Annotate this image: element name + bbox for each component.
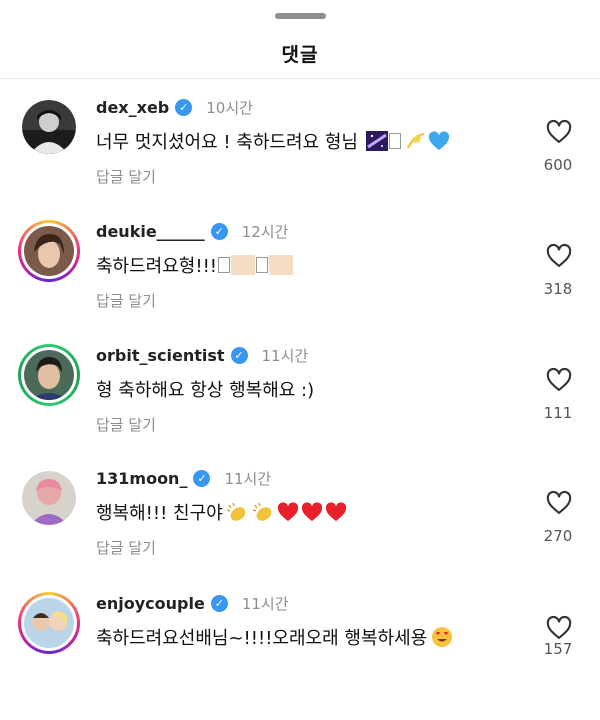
- heart-outline-icon[interactable]: [545, 366, 573, 394]
- header-divider: [0, 78, 600, 79]
- username[interactable]: enjoycouple: [96, 594, 205, 613]
- heart-eyes-emoji-icon: [431, 626, 453, 648]
- red-heart-icon: [301, 502, 323, 522]
- reply-button[interactable]: 답글 달기: [96, 414, 156, 435]
- verified-badge-icon: ✓: [175, 98, 193, 116]
- timestamp: 12시간: [241, 222, 289, 241]
- avatar[interactable]: [18, 592, 80, 654]
- timestamp: 11시간: [224, 469, 272, 488]
- comment-text: 축하드려요선배님~!!!!오래오래 행복하세용: [96, 624, 453, 650]
- verified-badge-icon: ✓: [210, 594, 228, 612]
- skin-tone-swatch-icon: [231, 255, 256, 275]
- like-count: 270: [543, 527, 573, 545]
- username[interactable]: dex_xeb: [96, 98, 169, 117]
- timestamp: 11시간: [241, 594, 289, 613]
- comment-text-body: 너무 멋지셨어요 ! 축하드려요 형님: [96, 132, 358, 153]
- avatar[interactable]: [18, 220, 80, 282]
- verified-badge-icon: ✓: [210, 222, 228, 240]
- comment-item: dex_xeb ✓ 10시간 너무 멋지셨어요 ! 축하드려요 형님 답글 달기…: [0, 98, 600, 224]
- comment-item: deukie______ ✓ 12시간 축하드려요형!!! 답글 달기 318: [0, 220, 600, 348]
- comment-text: 형 축하해요 항상 행복해요 :): [96, 376, 314, 402]
- reply-button[interactable]: 답글 달기: [96, 290, 156, 311]
- red-heart-icon: [325, 502, 347, 522]
- comment-item: enjoycouple ✓ 11시간 축하드려요선배님~!!!!오래오래 행복하…: [0, 592, 600, 720]
- blue-heart-icon: [428, 131, 450, 151]
- drag-handle[interactable]: [275, 13, 326, 19]
- timestamp: 11시간: [261, 346, 309, 365]
- heart-outline-icon[interactable]: [545, 118, 573, 146]
- verified-badge-icon: ✓: [230, 346, 248, 364]
- comment-text: 행복해!!! 친구야: [96, 499, 347, 525]
- avatar[interactable]: [18, 344, 80, 406]
- unrendered-glyph-icon: [218, 257, 231, 273]
- comment-item: orbit_scientist ✓ 11시간 형 축하해요 항상 행복해요 :)…: [0, 344, 600, 472]
- heart-outline-icon[interactable]: [545, 614, 573, 642]
- comment-item: 131moon_ ✓ 11시간 행복해!!! 친구야 답글 달기 270: [0, 469, 600, 595]
- comment-text: 너무 멋지셨어요 ! 축하드려요 형님: [96, 128, 450, 154]
- like-count: 600: [543, 156, 573, 174]
- heart-outline-icon[interactable]: [545, 489, 573, 517]
- galaxy-emoji-icon: [365, 131, 388, 151]
- comment-text-body: 축하드려요형!!!: [96, 256, 218, 277]
- avatar[interactable]: [22, 471, 76, 525]
- dizzy-emoji-icon: [404, 130, 426, 152]
- heart-outline-icon[interactable]: [545, 242, 573, 270]
- like-count: 318: [543, 280, 573, 298]
- username[interactable]: orbit_scientist: [96, 346, 225, 365]
- unrendered-glyph-icon: [256, 257, 269, 273]
- comment-text-body: 행복해!!! 친구야: [96, 503, 223, 524]
- skin-tone-swatch-icon: [269, 255, 294, 275]
- username[interactable]: deukie______: [96, 222, 205, 241]
- comment-text: 축하드려요형!!!: [96, 252, 294, 278]
- timestamp: 10시간: [206, 98, 253, 117]
- comments-sheet: 댓글 dex_xeb ✓ 10시간 너무 멋지셨어요 ! 축하드려요 형님 답글…: [0, 0, 600, 658]
- reply-button[interactable]: 답글 달기: [96, 166, 156, 187]
- reply-button[interactable]: 답글 달기: [96, 537, 156, 558]
- like-count: 111: [543, 404, 573, 422]
- comment-text-body: 축하드려요선배님~!!!!오래오래 행복하세용: [96, 628, 428, 649]
- clap-emoji-icon: [251, 501, 275, 523]
- unrendered-glyph-icon: [388, 133, 401, 149]
- username[interactable]: 131moon_: [96, 469, 187, 488]
- verified-badge-icon: ✓: [193, 469, 211, 487]
- comment-text-body: 형 축하해요 항상 행복해요 :): [96, 380, 315, 401]
- page-title: 댓글: [281, 44, 319, 66]
- red-heart-icon: [277, 502, 299, 522]
- avatar[interactable]: [22, 100, 76, 154]
- clap-emoji-icon: [225, 501, 249, 523]
- like-count: 157: [543, 640, 573, 658]
